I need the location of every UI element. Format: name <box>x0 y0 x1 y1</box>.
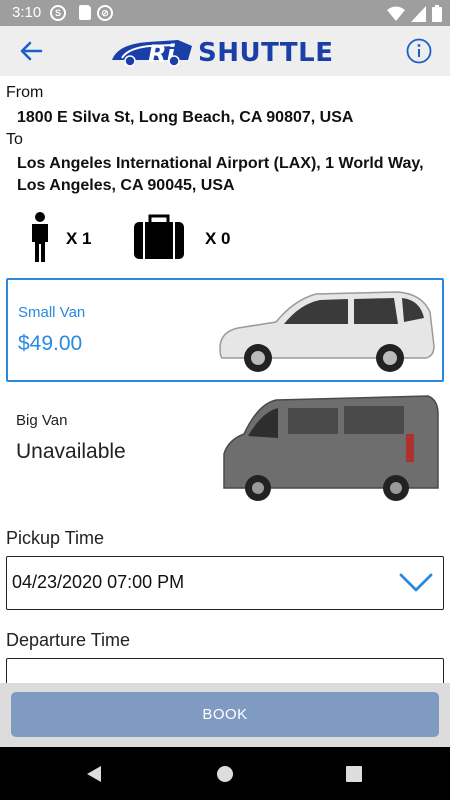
app-bar: Ri SHUTTLE <box>0 26 450 76</box>
blocked-icon: ⊘ <box>97 5 113 21</box>
person-icon <box>32 212 48 262</box>
luggage-icon <box>134 214 184 259</box>
from-label: From <box>6 84 44 101</box>
info-icon[interactable] <box>406 38 432 64</box>
battery-icon <box>432 5 442 22</box>
back-arrow-icon[interactable] <box>18 38 44 64</box>
big-van-image <box>223 395 439 501</box>
wifi-icon <box>387 6 405 21</box>
small-van-image <box>219 291 435 372</box>
nav-recents-icon[interactable] <box>346 766 362 782</box>
nav-home-icon[interactable] <box>216 765 234 783</box>
bag-count: X 0 <box>205 229 231 248</box>
book-bar: BOOK <box>0 683 450 747</box>
logo-text: SHUTTLE <box>198 38 334 68</box>
vehicle-card-big-van[interactable]: Big Van Unavailable <box>6 395 444 502</box>
vehicle-status: Unavailable <box>16 440 126 463</box>
to-address: Los Angeles International Airport (LAX),… <box>17 155 424 194</box>
vehicle-name: Big Van <box>16 412 68 429</box>
chevron-down-icon[interactable] <box>399 571 433 595</box>
to-label: To <box>6 131 23 148</box>
shuttle-logo-icon: Ri <box>112 40 192 68</box>
pickup-time-label: Pickup Time <box>6 528 105 548</box>
pickup-time-picker[interactable]: 04/23/2020 07:00 PM <box>6 556 444 610</box>
signal-icon <box>411 5 426 22</box>
vehicle-name: Small Van <box>18 304 86 321</box>
passenger-count: X 1 <box>66 229 92 248</box>
sd-card-icon <box>79 5 91 20</box>
status-right-icons <box>387 5 442 22</box>
nav-back-icon[interactable] <box>86 765 102 783</box>
sync-icon: S <box>50 5 66 21</box>
book-button[interactable]: BOOK <box>11 692 439 737</box>
status-time: 3:10 <box>12 4 42 21</box>
from-address: 1800 E Silva St, Long Beach, CA 90807, U… <box>17 109 354 126</box>
app-logo: Ri SHUTTLE <box>108 34 338 70</box>
departure-time-label: Departure Time <box>6 630 131 650</box>
system-nav-bar <box>0 747 450 800</box>
pickup-time-value: 04/23/2020 07:00 PM <box>12 572 185 592</box>
vehicle-card-small-van[interactable]: Small Van $49.00 <box>6 278 444 382</box>
status-bar: 3:10 S ⊘ <box>0 0 450 26</box>
vehicle-price: $49.00 <box>18 332 83 355</box>
